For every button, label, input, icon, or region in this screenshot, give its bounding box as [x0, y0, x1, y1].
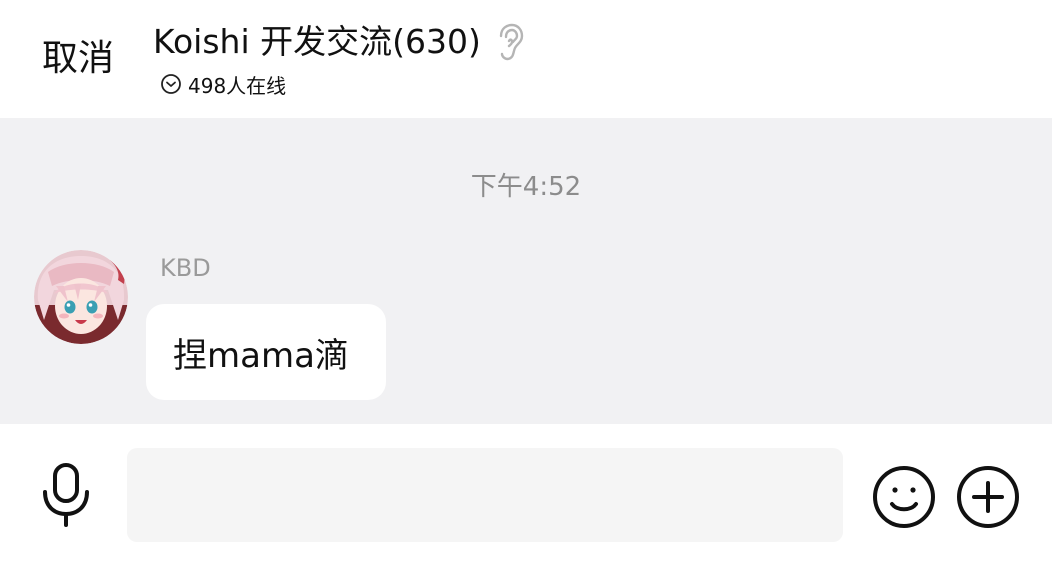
cancel-button[interactable]: 取消 — [42, 37, 114, 81]
avatar[interactable] — [34, 250, 128, 344]
chat-header: 取消 Koishi 开发交流(630) 498人在线 — [0, 0, 1052, 118]
group-title[interactable]: Koishi 开发交流(630) — [153, 20, 481, 64]
message-timestamp: 下午4:52 — [470, 172, 582, 202]
title-row: Koishi 开发交流(630) — [153, 20, 525, 64]
online-count: 498人在线 — [188, 73, 287, 98]
message-bubble[interactable]: 捏mama滴 — [146, 304, 386, 400]
emoji-icon[interactable] — [871, 464, 937, 530]
ear-icon[interactable] — [495, 22, 525, 62]
online-status[interactable]: 498人在线 — [160, 70, 286, 98]
plus-icon[interactable] — [955, 464, 1021, 530]
message-list[interactable]: 下午4:52 KBD 捏mama滴 — [0, 118, 1052, 424]
microphone-icon[interactable] — [38, 462, 94, 528]
sender-name: KBD — [160, 254, 211, 282]
chevron-down-circle-icon — [160, 73, 182, 95]
message-text: 捏mama滴 — [173, 335, 349, 376]
message-input[interactable] — [127, 448, 843, 542]
input-bar — [0, 424, 1052, 565]
